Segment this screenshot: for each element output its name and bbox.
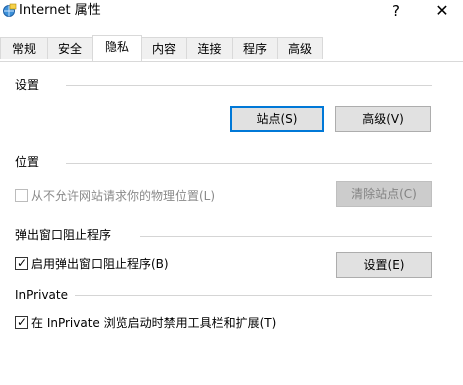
deny-location-checkbox[interactable]: [15, 189, 28, 202]
internet-options-icon: [2, 3, 17, 18]
popup-settings-button[interactable]: 设置(E): [336, 252, 432, 278]
tab-programs[interactable]: 程序: [232, 37, 278, 59]
tab-connections[interactable]: 连接: [186, 37, 233, 59]
disable-toolbars-row[interactable]: ✓ 在 InPrivate 浏览启动时禁用工具栏和扩展(T): [15, 315, 415, 331]
tab-general[interactable]: 常规: [0, 37, 48, 59]
sites-button[interactable]: 站点(S): [230, 106, 324, 132]
privacy-panel: 设置 站点(S) 高级(V) 位置 从不允许网站请求你的物理位置(L) 清除站点…: [0, 61, 463, 385]
window-title: Internet 属性: [19, 3, 101, 18]
help-button[interactable]: ?: [382, 0, 410, 22]
close-button[interactable]: ✕: [428, 0, 456, 22]
inprivate-divider: [75, 295, 432, 296]
popup-divider: [140, 236, 432, 237]
enable-popup-blocker-label: 启用弹出窗口阻止程序(B): [31, 257, 169, 271]
title-bar: Internet 属性 ? ✕: [0, 0, 463, 24]
disable-toolbars-label: 在 InPrivate 浏览启动时禁用工具栏和扩展(T): [31, 316, 277, 330]
settings-heading: 设置: [15, 78, 44, 92]
advanced-button[interactable]: 高级(V): [335, 106, 431, 132]
tab-advanced[interactable]: 高级: [277, 37, 323, 59]
tab-strip: 常规 安全 隐私 内容 连接 程序 高级: [0, 35, 463, 61]
deny-location-checkbox-row[interactable]: 从不允许网站请求你的物理位置(L): [15, 188, 315, 204]
tab-content[interactable]: 内容: [141, 37, 187, 59]
tab-security[interactable]: 安全: [47, 37, 93, 59]
location-heading: 位置: [15, 155, 44, 169]
enable-popup-blocker-checkbox[interactable]: ✓: [15, 256, 28, 270]
disable-toolbars-checkbox[interactable]: ✓: [15, 315, 28, 329]
inprivate-heading: InPrivate: [15, 288, 72, 302]
deny-location-label: 从不允许网站请求你的物理位置(L): [31, 189, 216, 203]
check-icon: ✓: [17, 315, 28, 329]
clear-sites-button[interactable]: 清除站点(C): [336, 181, 432, 207]
tab-privacy[interactable]: 隐私: [92, 35, 142, 61]
location-divider: [66, 163, 432, 164]
settings-divider: [66, 85, 432, 86]
popup-heading: 弹出窗口阻止程序: [15, 228, 116, 242]
enable-popup-blocker-row[interactable]: ✓ 启用弹出窗口阻止程序(B): [15, 256, 315, 272]
check-icon: ✓: [17, 256, 28, 270]
